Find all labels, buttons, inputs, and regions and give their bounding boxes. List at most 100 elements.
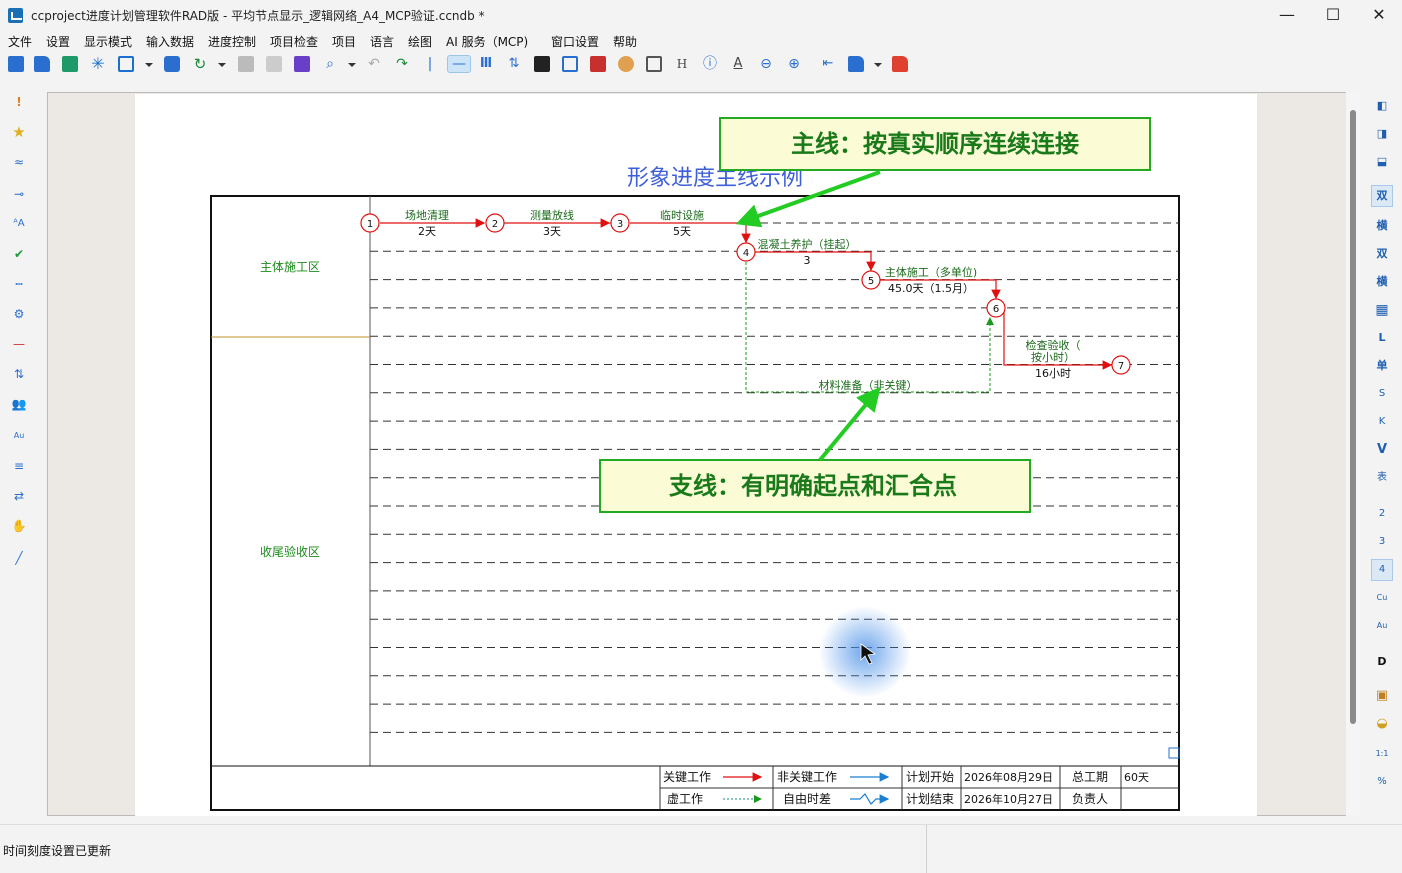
l-button[interactable]: L (1372, 328, 1392, 348)
status-bar: 时间刻度设置已更新 (0, 824, 1402, 873)
table-button[interactable]: 表 (1372, 468, 1392, 488)
menu-ai-service[interactable]: AI 服务（MCP) (446, 33, 528, 50)
drawing-page[interactable]: 形象进度主线示例 主体施工区 收尾验收区 1 2 3 4 5 6 7 场地清理 … (135, 94, 1257, 816)
d-button[interactable]: D (1372, 652, 1392, 672)
font-icon[interactable]: A (730, 56, 746, 72)
menu-settings[interactable]: 设置 (46, 33, 70, 50)
menu-input-data[interactable]: 输入数据 (146, 33, 194, 50)
menu-draw[interactable]: 绘图 (408, 33, 432, 50)
exclamation-icon[interactable]: ! (11, 94, 27, 110)
level-3-button[interactable]: 3 (1372, 532, 1392, 552)
text-au-icon[interactable]: Au (11, 428, 27, 444)
menu-display-mode[interactable]: 显示模式 (84, 33, 132, 50)
new-file-icon[interactable] (8, 56, 24, 72)
palette-icon[interactable] (618, 56, 634, 72)
panel-right-icon[interactable]: ◨ (1372, 124, 1392, 144)
contrast-icon[interactable] (534, 56, 550, 72)
v-button[interactable]: V (1372, 440, 1392, 460)
comment-icon[interactable]: ◒ (1372, 714, 1392, 734)
filter-icon[interactable]: ≡ (11, 458, 27, 474)
folder-dropdown-icon[interactable] (874, 63, 882, 67)
check-icon[interactable]: ✔ (11, 246, 27, 262)
dotted-line-icon[interactable]: ┉ (11, 276, 27, 292)
wave-icon[interactable]: ≈ (11, 154, 27, 170)
maximize-button[interactable]: ☐ (1310, 0, 1356, 30)
zoom-dropdown-icon[interactable] (348, 63, 356, 67)
critical-arrow[interactable] (755, 251, 876, 272)
gear-icon[interactable]: ⚙ (11, 306, 27, 322)
title-bar: ccproject进度计划管理软件RAD版 - 平均节点显示_逻辑网络_A4_M… (0, 0, 1402, 30)
zoom-in-icon[interactable]: ⊕ (786, 56, 802, 72)
route-icon[interactable] (562, 56, 578, 72)
critical-arrow[interactable] (735, 222, 751, 244)
columns-icon[interactable]: Ⅲ (478, 56, 494, 72)
k-button[interactable]: K (1372, 412, 1392, 432)
red-line-icon[interactable]: — (11, 336, 27, 352)
font-size-icon[interactable]: ᴬA (11, 216, 27, 232)
double-arrow-icon[interactable]: ⇤ (820, 56, 836, 72)
close-button[interactable]: ✕ (1356, 0, 1402, 30)
panel-left-icon[interactable]: ◧ (1372, 96, 1392, 116)
pen-icon[interactable]: ╱ (11, 550, 27, 566)
s-button[interactable]: S (1372, 384, 1392, 404)
hand-icon[interactable]: ✋ (11, 518, 27, 534)
network-diagram[interactable]: 形象进度主线示例 主体施工区 收尾验收区 1 2 3 4 5 6 7 场地清理 … (135, 94, 1257, 816)
scrollbar-thumb[interactable] (1350, 110, 1356, 724)
export-image-icon[interactable] (118, 56, 134, 72)
level-2-button[interactable]: 2 (1372, 504, 1392, 524)
table-grid-icon[interactable]: ▦ (1372, 300, 1392, 320)
single-button[interactable]: 单 (1372, 356, 1392, 376)
sort-icon[interactable]: ⇅ (11, 366, 27, 382)
key-icon[interactable]: ⊸ (11, 186, 27, 202)
zoom-out-icon[interactable]: ⊖ (758, 56, 774, 72)
undo-icon[interactable]: ↶ (366, 56, 382, 72)
menu-progress-control[interactable]: 进度控制 (208, 33, 256, 50)
horizontal-line-icon[interactable]: — (447, 55, 471, 73)
legend-plan-end: 2026年10月27日 (964, 792, 1053, 806)
users-icon[interactable]: 👥 (11, 396, 27, 412)
save-icon[interactable] (62, 56, 78, 72)
copy-icon[interactable] (238, 56, 254, 72)
refresh-dropdown-icon[interactable] (218, 63, 226, 67)
menu-window-settings[interactable]: 窗口设置 (551, 33, 599, 50)
vertical-scrollbar[interactable] (1346, 92, 1360, 816)
table-icon[interactable] (1168, 747, 1180, 759)
delete-doc-icon[interactable] (590, 56, 606, 72)
export-dropdown-icon[interactable] (145, 63, 153, 67)
level-4-button[interactable]: 4 (1371, 559, 1393, 581)
swap-icon[interactable]: ⇄ (11, 488, 27, 504)
asterisk-icon[interactable]: ✳ (90, 56, 106, 72)
zoom-icon[interactable]: ⌕ (322, 56, 338, 72)
horizontal-mode-alt-button[interactable]: 横 (1372, 272, 1392, 292)
panel-bottom-icon[interactable]: ⬓ (1372, 152, 1392, 172)
minimize-button[interactable]: — (1264, 0, 1310, 30)
horizontal-mode-button[interactable]: 横 (1372, 216, 1392, 236)
redo-icon[interactable]: ↷ (394, 56, 410, 72)
legend-float-arrow (850, 793, 890, 805)
task-duration: 3天 (543, 225, 561, 238)
double-mode-button[interactable]: 双 (1371, 185, 1393, 207)
menu-project-check[interactable]: 项目检查 (270, 33, 318, 50)
red-folder-icon[interactable] (892, 56, 908, 72)
cu-button[interactable]: Cu (1372, 588, 1392, 608)
format-brush-icon[interactable] (294, 56, 310, 72)
menu-language[interactable]: 语言 (370, 33, 394, 50)
info-icon[interactable]: ⓘ (702, 56, 718, 72)
refresh-icon[interactable]: ↻ (192, 56, 208, 72)
h-text-icon[interactable]: H (674, 56, 690, 72)
edit-doc-icon[interactable] (646, 56, 662, 72)
menu-file[interactable]: 文件 (8, 33, 32, 50)
sort-icon[interactable]: ⇅ (506, 56, 522, 72)
ratio-button[interactable]: 1:1 (1372, 744, 1392, 764)
print-icon[interactable] (164, 56, 180, 72)
double-mode-alt-button[interactable]: 双 (1372, 244, 1392, 264)
paste-icon[interactable] (266, 56, 282, 72)
percent-button[interactable]: % (1372, 772, 1392, 792)
au-button[interactable]: Au (1372, 616, 1392, 636)
open-folder-icon[interactable] (34, 56, 50, 72)
star-icon[interactable]: ★ (11, 124, 27, 140)
folder-icon[interactable] (848, 56, 864, 72)
calendar-icon[interactable]: ▣ (1372, 686, 1392, 706)
menu-project[interactable]: 项目 (332, 33, 356, 50)
menu-help[interactable]: 帮助 (613, 33, 637, 50)
